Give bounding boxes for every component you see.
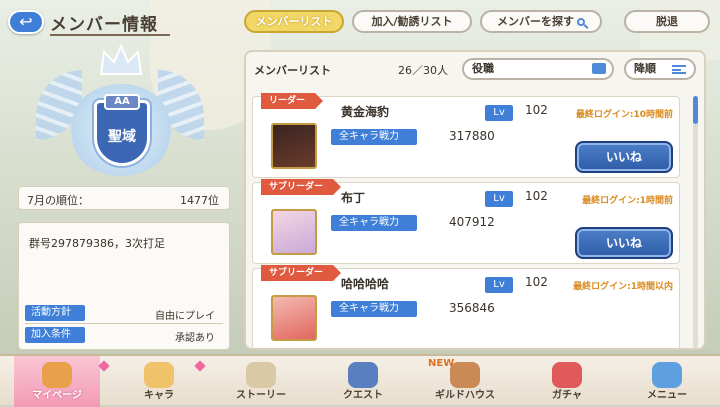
policy-value: 自由にプレイ	[155, 311, 215, 322]
member-avatar[interactable]	[271, 123, 317, 169]
nav-item-label: ストーリー	[236, 390, 286, 401]
member-level: 102	[525, 103, 548, 117]
condition-value: 承認あり	[175, 333, 215, 344]
character-icon	[144, 362, 174, 388]
nav-item-swords[interactable]: クエスト	[320, 356, 406, 407]
member-list-scrollbar[interactable]	[693, 96, 698, 348]
search-icon	[577, 18, 585, 26]
scroll-icon	[246, 362, 276, 388]
role-filter-label: 役職	[472, 62, 494, 75]
monthly-rank: 7月の順位： 1477位	[18, 186, 230, 210]
nav-item-label: ギルドハウス	[435, 390, 495, 401]
nav-item-gacha[interactable]: ガチャ	[524, 356, 610, 407]
member-role-badge: サブリーダー	[261, 179, 342, 195]
leave-button[interactable]: 脱退	[624, 10, 710, 33]
filter-icon	[592, 63, 606, 74]
nav-item-label: マイページ	[32, 390, 82, 401]
clan-info-box: 群号297879386，3次打足 活動方針 自由にプレイ 加入条件 承認あり	[18, 222, 230, 350]
nav-item-home[interactable]: マイページ	[14, 356, 100, 407]
tab-join-invite-list[interactable]: 加入/勧誘リスト	[352, 10, 472, 33]
back-arrow-icon: ↩	[19, 12, 33, 31]
member-avatar[interactable]	[271, 209, 317, 255]
condition-tag: 加入条件	[25, 327, 85, 343]
sort-icon	[672, 65, 686, 74]
gacha-icon	[552, 362, 582, 388]
member-avatar[interactable]	[271, 295, 317, 341]
member-power: 407912	[449, 215, 495, 229]
nav-item-label: キャラ	[144, 390, 174, 401]
bottom-navigation: マイページ キャラ ストーリー クエスト NEW ギルドハウス ガチャ メニュー	[0, 354, 720, 407]
member-list-panel: メンバーリスト 26／30人 役職 降順 リーダー黄金海豹 Lv 102 最終ログイン…	[244, 50, 706, 350]
member-role-badge: サブリーダー	[261, 265, 342, 281]
page-title: メンバー情報	[50, 15, 158, 35]
power-tag: 全キャラ戦力	[331, 301, 417, 317]
like-button[interactable]: いいね	[575, 227, 673, 259]
power-tag: 全キャラ戦力	[331, 129, 417, 145]
divider	[25, 323, 223, 324]
nav-item-scroll[interactable]: ストーリー	[218, 356, 304, 407]
nav-item-crystal[interactable]: メニュー	[624, 356, 710, 407]
member-name: 黄金海豹	[341, 105, 390, 119]
tab-join-invite-label: 加入/勧誘リスト	[371, 15, 453, 28]
member-name: 哈哈哈哈	[341, 277, 390, 291]
role-filter-select[interactable]: 役職	[462, 58, 614, 80]
sort-order-select[interactable]: 降順	[624, 58, 696, 80]
nav-item-label: メニュー	[647, 390, 687, 401]
level-tag: Lv	[485, 191, 513, 207]
nav-item-character[interactable]: キャラ	[116, 356, 202, 407]
member-power: 356846	[449, 301, 495, 315]
member-level: 102	[525, 275, 548, 289]
notification-marker-icon	[98, 360, 110, 372]
swords-icon	[348, 362, 378, 388]
home-icon	[42, 362, 72, 388]
crystal-icon	[652, 362, 682, 388]
level-tag: Lv	[485, 105, 513, 121]
member-count: 26／30人	[398, 64, 448, 77]
nav-item-label: ガチャ	[552, 390, 582, 401]
member-list-title: メンバーリスト	[254, 64, 331, 77]
member-name: 布丁	[341, 191, 366, 205]
sort-order-label: 降順	[634, 62, 656, 75]
member-card[interactable]: サブリーダー 哈哈哈哈 Lv 102 最終ログイン:1時間以内全キャラ戦力 356846	[252, 265, 680, 348]
scrollbar-thumb[interactable]	[693, 96, 698, 124]
monthly-rank-label: 7月の順位：	[27, 194, 89, 207]
member-level: 102	[525, 189, 548, 203]
member-role-badge: リーダー	[261, 93, 324, 109]
like-button[interactable]: いいね	[575, 141, 673, 173]
back-button[interactable]: ↩	[8, 10, 44, 34]
last-login: 最終ログイン:1時間以内	[573, 282, 673, 292]
nav-item-label: クエスト	[343, 390, 383, 401]
last-login: 最終ログイン:1時間前	[582, 196, 673, 206]
clan-grade-badge: AA	[104, 94, 140, 110]
member-power: 317880	[449, 129, 495, 143]
member-card[interactable]: リーダー黄金海豹 Lv 102 最終ログイン:10時間前全キャラ戦力 317880 いいね	[252, 93, 680, 178]
clan-emblem: AA 聖域	[20, 44, 220, 184]
policy-tag: 活動方針	[25, 305, 85, 321]
tab-search-member-label: メンバーを探す	[497, 15, 574, 28]
clan-rank-name: 聖域	[108, 129, 136, 145]
power-tag: 全キャラ戦力	[331, 215, 417, 231]
member-card[interactable]: サブリーダー 布丁 Lv 102 最終ログイン:1時間前全キャラ戦力 407912 いいね	[252, 179, 680, 264]
level-tag: Lv	[485, 277, 513, 293]
last-login: 最終ログイン:10時間前	[575, 110, 673, 120]
leave-label: 脱退	[656, 15, 678, 28]
tab-member-list-label: メンバーリスト	[255, 15, 333, 28]
monthly-rank-value: 1477位	[180, 194, 219, 207]
door-icon	[450, 362, 480, 388]
tab-member-list[interactable]: メンバーリスト	[244, 10, 344, 33]
nav-item-door[interactable]: NEW ギルドハウス	[422, 356, 508, 407]
new-badge: NEW	[428, 358, 455, 369]
title-underline	[50, 34, 170, 36]
tab-search-member[interactable]: メンバーを探す	[480, 10, 602, 33]
crown-icon	[99, 44, 143, 75]
clan-description: 群号297879386，3次打足	[29, 237, 165, 250]
